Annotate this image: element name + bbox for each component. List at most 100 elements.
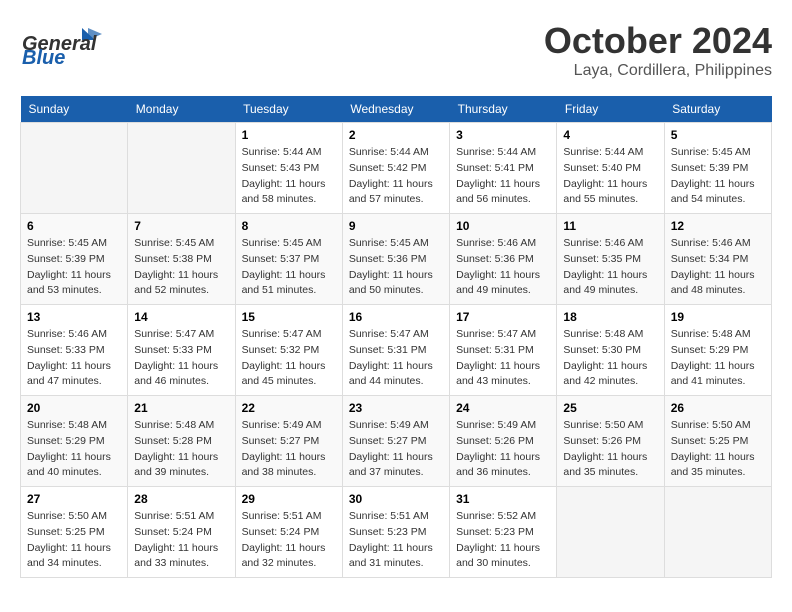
day-info: Sunrise: 5:48 AM Sunset: 5:30 PM Dayligh…: [563, 327, 657, 390]
month-title: October 2024: [544, 20, 772, 62]
calendar-cell: 5 Sunrise: 5:45 AM Sunset: 5:39 PM Daylig…: [664, 123, 771, 214]
day-info: Sunrise: 5:49 AM Sunset: 5:27 PM Dayligh…: [242, 418, 336, 481]
day-info: Sunrise: 5:49 AM Sunset: 5:26 PM Dayligh…: [456, 418, 550, 481]
day-number: 24: [456, 401, 550, 415]
weekday-header-tuesday: Tuesday: [235, 96, 342, 123]
day-info: Sunrise: 5:46 AM Sunset: 5:35 PM Dayligh…: [563, 236, 657, 299]
day-number: 8: [242, 219, 336, 233]
day-number: 14: [134, 310, 228, 324]
calendar-cell: 18 Sunrise: 5:48 AM Sunset: 5:30 PM Dayli…: [557, 305, 664, 396]
day-info: Sunrise: 5:47 AM Sunset: 5:31 PM Dayligh…: [349, 327, 443, 390]
calendar-cell: 19 Sunrise: 5:48 AM Sunset: 5:29 PM Dayli…: [664, 305, 771, 396]
day-info: Sunrise: 5:50 AM Sunset: 5:25 PM Dayligh…: [671, 418, 765, 481]
weekday-header-saturday: Saturday: [664, 96, 771, 123]
weekday-header-thursday: Thursday: [450, 96, 557, 123]
day-info: Sunrise: 5:45 AM Sunset: 5:39 PM Dayligh…: [27, 236, 121, 299]
day-info: Sunrise: 5:47 AM Sunset: 5:32 PM Dayligh…: [242, 327, 336, 390]
calendar-cell: 6Sunrise: 5:45 AM Sunset: 5:39 PM Daylig…: [21, 214, 128, 305]
week-row-2: 6Sunrise: 5:45 AM Sunset: 5:39 PM Daylig…: [21, 214, 772, 305]
calendar-cell: [557, 487, 664, 578]
calendar-cell: 11 Sunrise: 5:46 AM Sunset: 5:35 PM Dayli…: [557, 214, 664, 305]
day-number: 22: [242, 401, 336, 415]
calendar-cell: 29 Sunrise: 5:51 AM Sunset: 5:24 PM Dayli…: [235, 487, 342, 578]
day-info: Sunrise: 5:47 AM Sunset: 5:33 PM Dayligh…: [134, 327, 228, 390]
day-number: 26: [671, 401, 765, 415]
logo: General Blue: [20, 20, 110, 65]
day-number: 16: [349, 310, 443, 324]
day-number: 9: [349, 219, 443, 233]
day-number: 29: [242, 492, 336, 506]
day-number: 5: [671, 128, 765, 142]
weekday-header-wednesday: Wednesday: [342, 96, 449, 123]
day-number: 2: [349, 128, 443, 142]
day-number: 11: [563, 219, 657, 233]
calendar-cell: [128, 123, 235, 214]
day-info: Sunrise: 5:46 AM Sunset: 5:34 PM Dayligh…: [671, 236, 765, 299]
weekday-header-monday: Monday: [128, 96, 235, 123]
day-info: Sunrise: 5:50 AM Sunset: 5:26 PM Dayligh…: [563, 418, 657, 481]
calendar-cell: 17 Sunrise: 5:47 AM Sunset: 5:31 PM Dayli…: [450, 305, 557, 396]
day-number: 13: [27, 310, 121, 324]
day-number: 4: [563, 128, 657, 142]
calendar-cell: 27 Sunrise: 5:50 AM Sunset: 5:25 PM Dayli…: [21, 487, 128, 578]
day-number: 25: [563, 401, 657, 415]
calendar-cell: 2 Sunrise: 5:44 AM Sunset: 5:42 PM Daylig…: [342, 123, 449, 214]
day-number: 21: [134, 401, 228, 415]
calendar-cell: 4Sunrise: 5:44 AM Sunset: 5:40 PM Daylig…: [557, 123, 664, 214]
day-number: 1: [242, 128, 336, 142]
calendar-cell: 8 Sunrise: 5:45 AM Sunset: 5:37 PM Daylig…: [235, 214, 342, 305]
day-number: 19: [671, 310, 765, 324]
week-row-1: 1Sunrise: 5:44 AM Sunset: 5:43 PM Daylig…: [21, 123, 772, 214]
calendar-cell: 9 Sunrise: 5:45 AM Sunset: 5:36 PM Daylig…: [342, 214, 449, 305]
day-info: Sunrise: 5:44 AM Sunset: 5:42 PM Dayligh…: [349, 145, 443, 208]
calendar-cell: 15Sunrise: 5:47 AM Sunset: 5:32 PM Dayli…: [235, 305, 342, 396]
calendar-cell: 10 Sunrise: 5:46 AM Sunset: 5:36 PM Dayli…: [450, 214, 557, 305]
day-info: Sunrise: 5:48 AM Sunset: 5:28 PM Dayligh…: [134, 418, 228, 481]
day-info: Sunrise: 5:47 AM Sunset: 5:31 PM Dayligh…: [456, 327, 550, 390]
day-number: 30: [349, 492, 443, 506]
calendar-cell: 21 Sunrise: 5:48 AM Sunset: 5:28 PM Dayli…: [128, 396, 235, 487]
calendar-cell: 7Sunrise: 5:45 AM Sunset: 5:38 PM Daylig…: [128, 214, 235, 305]
calendar-cell: 14 Sunrise: 5:47 AM Sunset: 5:33 PM Dayli…: [128, 305, 235, 396]
calendar-cell: 1Sunrise: 5:44 AM Sunset: 5:43 PM Daylig…: [235, 123, 342, 214]
weekday-header-row: SundayMondayTuesdayWednesdayThursdayFrid…: [21, 96, 772, 123]
week-row-5: 27 Sunrise: 5:50 AM Sunset: 5:25 PM Dayli…: [21, 487, 772, 578]
day-info: Sunrise: 5:50 AM Sunset: 5:25 PM Dayligh…: [27, 509, 121, 572]
day-number: 28: [134, 492, 228, 506]
day-number: 23: [349, 401, 443, 415]
calendar-cell: 30 Sunrise: 5:51 AM Sunset: 5:23 PM Dayli…: [342, 487, 449, 578]
calendar-cell: 3Sunrise: 5:44 AM Sunset: 5:41 PM Daylig…: [450, 123, 557, 214]
day-info: Sunrise: 5:45 AM Sunset: 5:39 PM Dayligh…: [671, 145, 765, 208]
svg-text:Blue: Blue: [22, 47, 65, 65]
week-row-3: 13 Sunrise: 5:46 AM Sunset: 5:33 PM Dayli…: [21, 305, 772, 396]
weekday-header-friday: Friday: [557, 96, 664, 123]
calendar-cell: 12 Sunrise: 5:46 AM Sunset: 5:34 PM Dayli…: [664, 214, 771, 305]
day-info: Sunrise: 5:48 AM Sunset: 5:29 PM Dayligh…: [27, 418, 121, 481]
day-info: Sunrise: 5:45 AM Sunset: 5:36 PM Dayligh…: [349, 236, 443, 299]
day-number: 27: [27, 492, 121, 506]
week-row-4: 20Sunrise: 5:48 AM Sunset: 5:29 PM Dayli…: [21, 396, 772, 487]
day-number: 12: [671, 219, 765, 233]
day-info: Sunrise: 5:51 AM Sunset: 5:24 PM Dayligh…: [134, 509, 228, 572]
day-number: 17: [456, 310, 550, 324]
calendar-cell: 25 Sunrise: 5:50 AM Sunset: 5:26 PM Dayli…: [557, 396, 664, 487]
day-info: Sunrise: 5:45 AM Sunset: 5:38 PM Dayligh…: [134, 236, 228, 299]
calendar-cell: [21, 123, 128, 214]
title-section: October 2024 Laya, Cordillera, Philippin…: [544, 20, 772, 80]
calendar-cell: 23 Sunrise: 5:49 AM Sunset: 5:27 PM Dayli…: [342, 396, 449, 487]
day-info: Sunrise: 5:49 AM Sunset: 5:27 PM Dayligh…: [349, 418, 443, 481]
day-number: 18: [563, 310, 657, 324]
day-info: Sunrise: 5:46 AM Sunset: 5:33 PM Dayligh…: [27, 327, 121, 390]
day-info: Sunrise: 5:45 AM Sunset: 5:37 PM Dayligh…: [242, 236, 336, 299]
calendar-cell: 13 Sunrise: 5:46 AM Sunset: 5:33 PM Dayli…: [21, 305, 128, 396]
location-title: Laya, Cordillera, Philippines: [544, 62, 772, 80]
calendar-cell: 20Sunrise: 5:48 AM Sunset: 5:29 PM Dayli…: [21, 396, 128, 487]
day-info: Sunrise: 5:48 AM Sunset: 5:29 PM Dayligh…: [671, 327, 765, 390]
calendar-cell: [664, 487, 771, 578]
page-header: General Blue October 2024 Laya, Cordille…: [20, 20, 772, 80]
calendar-cell: 24 Sunrise: 5:49 AM Sunset: 5:26 PM Dayli…: [450, 396, 557, 487]
day-info: Sunrise: 5:51 AM Sunset: 5:24 PM Dayligh…: [242, 509, 336, 572]
day-number: 10: [456, 219, 550, 233]
day-info: Sunrise: 5:46 AM Sunset: 5:36 PM Dayligh…: [456, 236, 550, 299]
day-info: Sunrise: 5:51 AM Sunset: 5:23 PM Dayligh…: [349, 509, 443, 572]
